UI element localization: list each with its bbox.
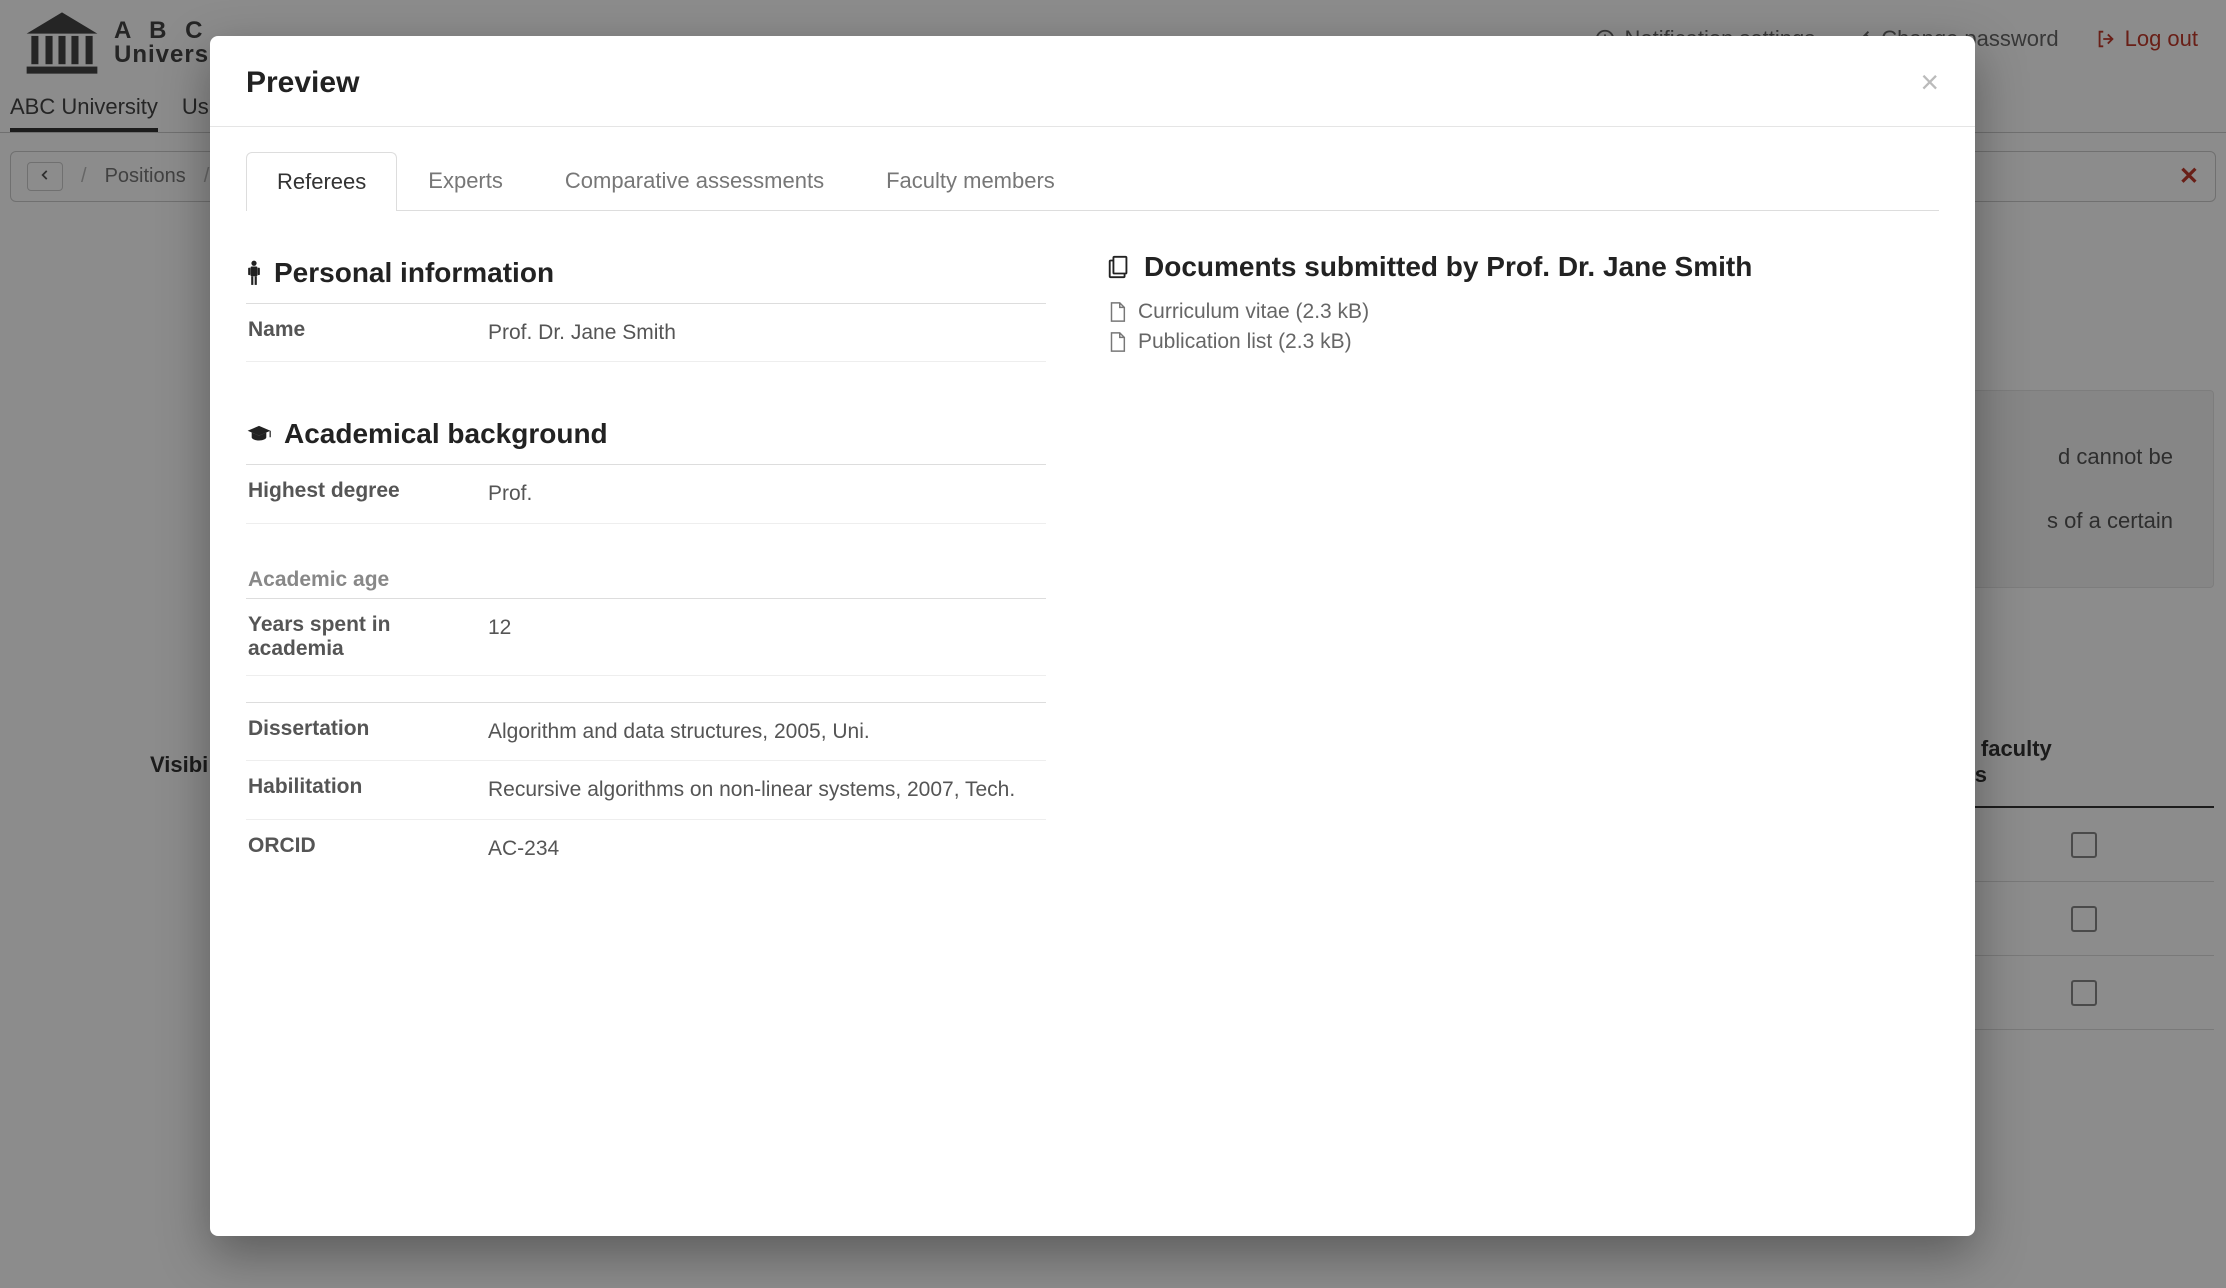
field-habilitation: Habilitation Recursive algorithms on non… (246, 761, 1046, 819)
graduation-cap-icon (246, 421, 272, 447)
orcid-value: AC-234 (488, 834, 1044, 863)
degree-label: Highest degree (248, 479, 488, 508)
degree-value: Prof. (488, 479, 1044, 508)
field-years-academia: Years spent in academia 12 (246, 599, 1046, 676)
modal-tabs: Referees Experts Comparative assessments… (246, 151, 1939, 211)
field-dissertation: Dissertation Algorithm and data structur… (246, 703, 1046, 761)
dissertation-label: Dissertation (248, 717, 488, 746)
tab-comparative[interactable]: Comparative assessments (534, 151, 855, 210)
years-label: Years spent in academia (248, 613, 488, 661)
tab-experts[interactable]: Experts (397, 151, 534, 210)
document-cv-label: Curriculum vitae (2.3 kB) (1138, 300, 1369, 324)
preview-modal: Preview × Referees Experts Comparative a… (210, 36, 1975, 1236)
file-pdf-icon (1106, 301, 1128, 323)
file-pdf-icon (1106, 331, 1128, 353)
habilitation-value: Recursive algorithms on non-linear syste… (488, 775, 1044, 804)
document-item-cv[interactable]: Curriculum vitae (2.3 kB) (1106, 297, 1939, 327)
tab-referees[interactable]: Referees (246, 152, 397, 211)
documents-list: Curriculum vitae (2.3 kB) Publication li… (1106, 297, 1939, 357)
dissertation-value: Algorithm and data structures, 2005, Uni… (488, 717, 1044, 746)
modal-title: Preview (246, 66, 359, 100)
documents-heading-text: Documents submitted by Prof. Dr. Jane Sm… (1144, 251, 1752, 283)
documents-heading: Documents submitted by Prof. Dr. Jane Sm… (1106, 251, 1939, 283)
name-label: Name (248, 318, 488, 347)
personal-information-heading-text: Personal information (274, 257, 554, 289)
academic-background-heading-text: Academical background (284, 418, 608, 450)
academic-background-heading: Academical background (246, 418, 1046, 450)
files-icon (1106, 254, 1132, 280)
person-icon (246, 260, 262, 286)
field-orcid: ORCID AC-234 (246, 820, 1046, 877)
field-highest-degree: Highest degree Prof. (246, 465, 1046, 523)
years-value: 12 (488, 613, 1044, 661)
field-name: Name Prof. Dr. Jane Smith (246, 304, 1046, 362)
academic-age-subheading: Academic age (246, 524, 1046, 598)
modal-close-button[interactable]: × (1920, 66, 1939, 98)
name-value: Prof. Dr. Jane Smith (488, 318, 1044, 347)
orcid-label: ORCID (248, 834, 488, 863)
tab-faculty[interactable]: Faculty members (855, 151, 1086, 210)
personal-information-heading: Personal information (246, 257, 1046, 289)
document-publications-label: Publication list (2.3 kB) (1138, 330, 1352, 354)
habilitation-label: Habilitation (248, 775, 488, 804)
document-item-publications[interactable]: Publication list (2.3 kB) (1106, 327, 1939, 357)
